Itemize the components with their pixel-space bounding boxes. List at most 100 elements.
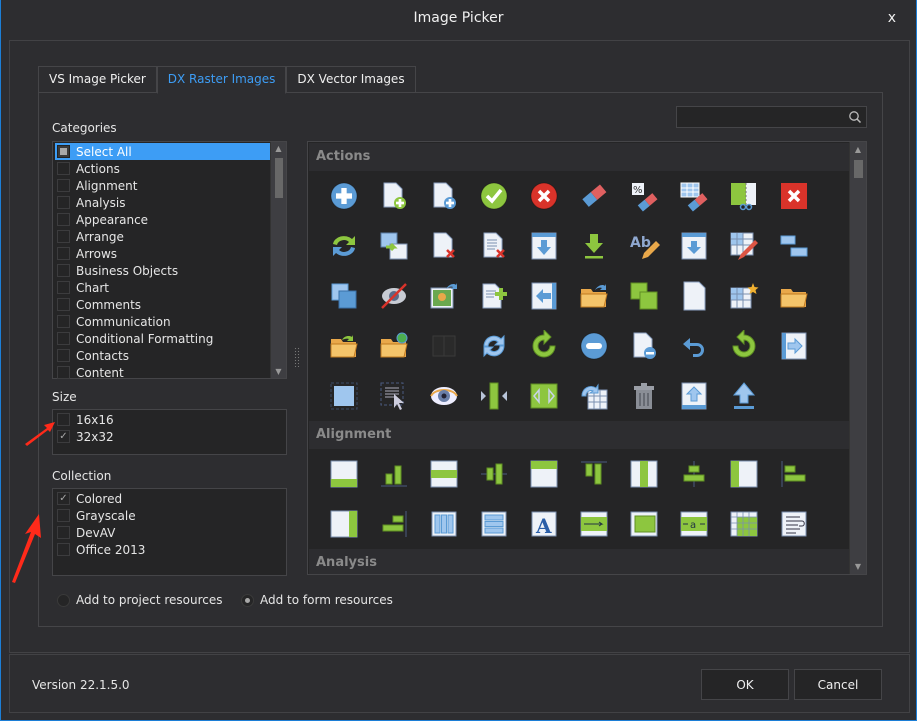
align-left-icon[interactable]	[719, 449, 769, 499]
align-right-icon[interactable]	[319, 499, 369, 549]
group-squares-icon[interactable]	[619, 271, 669, 321]
import-arrow-left-icon[interactable]	[519, 271, 569, 321]
upload-arrow-icon[interactable]	[719, 371, 769, 421]
checkbox[interactable]	[57, 179, 70, 192]
align-middle-icon[interactable]	[419, 449, 469, 499]
delete-red-square-icon[interactable]	[769, 171, 819, 221]
edit-text-ab-icon[interactable]: Ab	[619, 221, 669, 271]
stretch-horizontal-icon[interactable]	[519, 371, 569, 421]
categories-list[interactable]: Select All Actions Alignment Analysis Appear…	[52, 141, 287, 381]
add-text-icon[interactable]	[469, 271, 519, 321]
font-a-icon[interactable]: A	[519, 499, 569, 549]
folder-web-icon[interactable]	[369, 321, 419, 371]
checkbox[interactable]	[57, 145, 70, 158]
checkbox[interactable]	[57, 281, 70, 294]
scroll-down-icon[interactable]: ▼	[271, 367, 286, 376]
category-item[interactable]: Analysis	[55, 194, 270, 211]
category-item[interactable]: Content	[55, 364, 270, 381]
new-doc-blue-add-icon[interactable]	[419, 171, 469, 221]
checkbox[interactable]	[57, 509, 70, 522]
book-disabled-icon[interactable]	[419, 321, 469, 371]
category-item[interactable]: Chart	[55, 279, 270, 296]
size-item[interactable]: ✓ 32x32	[55, 428, 114, 445]
refresh-blue-icon[interactable]	[469, 321, 519, 371]
splitter-handle[interactable]	[294, 347, 300, 367]
radio-form-resources[interactable]: Add to form resources	[241, 593, 393, 607]
doc-delete-icon[interactable]	[419, 221, 469, 271]
collection-item[interactable]: Office 2013	[55, 541, 145, 558]
align-center-bars-icon[interactable]	[669, 449, 719, 499]
categories-scrollbar[interactable]: ▲ ▼	[270, 142, 286, 378]
table-move-icon[interactable]	[369, 221, 419, 271]
align-center-icon[interactable]	[619, 449, 669, 499]
doc-lines-delete-icon[interactable]	[469, 221, 519, 271]
checkbox[interactable]	[57, 213, 70, 226]
checkbox[interactable]	[57, 230, 70, 243]
edit-table-icon[interactable]	[719, 221, 769, 271]
split-vertical-icon[interactable]	[469, 371, 519, 421]
category-item[interactable]: Actions	[55, 160, 270, 177]
scroll-thumb[interactable]	[854, 160, 863, 178]
download-page-icon[interactable]	[669, 221, 719, 271]
checkbox[interactable]	[57, 247, 70, 260]
checkbox[interactable]	[57, 196, 70, 209]
refresh-convert-icon[interactable]	[319, 221, 369, 271]
radio-button[interactable]	[241, 593, 254, 607]
add-circle-icon[interactable]	[319, 171, 369, 221]
duplicate-icon[interactable]	[319, 271, 369, 321]
checkbox[interactable]	[57, 298, 70, 311]
redo-green-icon[interactable]	[519, 321, 569, 371]
scroll-up-icon[interactable]: ▲	[271, 144, 286, 153]
checkbox[interactable]	[57, 543, 70, 556]
checkbox[interactable]: ✓	[57, 492, 70, 505]
close-button[interactable]: x	[888, 10, 896, 26]
cancel-red-icon[interactable]	[519, 171, 569, 221]
tab-vs-image-picker[interactable]: VS Image Picker	[38, 66, 157, 93]
show-eye-icon[interactable]	[419, 371, 469, 421]
export-arrow-right-icon[interactable]	[769, 321, 819, 371]
reset-green-icon[interactable]	[719, 321, 769, 371]
checkbox[interactable]	[57, 349, 70, 362]
blank-page-icon[interactable]	[669, 271, 719, 321]
cut-shape-icon[interactable]	[719, 171, 769, 221]
size-item[interactable]: 16x16	[55, 411, 114, 428]
tab-dx-raster-images[interactable]: DX Raster Images	[156, 66, 287, 94]
category-item[interactable]: Select All	[55, 143, 270, 160]
align-middle-bars-icon[interactable]	[469, 449, 519, 499]
new-table-star-icon[interactable]	[719, 271, 769, 321]
align-left-bars-icon[interactable]	[769, 449, 819, 499]
checkbox[interactable]	[57, 162, 70, 175]
folder-open-icon[interactable]	[769, 271, 819, 321]
radio-button[interactable]	[57, 593, 70, 607]
ok-button[interactable]: OK	[701, 669, 789, 700]
select-square-icon[interactable]	[319, 371, 369, 421]
checkbox[interactable]	[57, 526, 70, 539]
select-text-cursor-icon[interactable]	[369, 371, 419, 421]
text-direction-icon[interactable]	[569, 499, 619, 549]
category-item[interactable]: Contacts	[55, 347, 270, 364]
scroll-down-icon[interactable]: ▼	[850, 562, 866, 571]
category-item[interactable]: Alignment	[55, 177, 270, 194]
folder-open-arrow-icon[interactable]	[319, 321, 369, 371]
category-item[interactable]: Arrange	[55, 228, 270, 245]
clear-formatting-percent-icon[interactable]: %	[619, 171, 669, 221]
image-export-icon[interactable]	[419, 271, 469, 321]
cancel-button[interactable]: Cancel	[794, 669, 882, 700]
hide-eye-icon[interactable]	[369, 271, 419, 321]
text-spacing-icon[interactable]: a	[669, 499, 719, 549]
word-wrap-icon[interactable]	[769, 499, 819, 549]
download-window-icon[interactable]	[519, 221, 569, 271]
table-green-icon[interactable]	[719, 499, 769, 549]
align-bottom-icon[interactable]	[319, 449, 369, 499]
scroll-up-icon[interactable]: ▲	[850, 145, 866, 154]
category-item[interactable]: Appearance	[55, 211, 270, 228]
undo-icon[interactable]	[669, 321, 719, 371]
radio-project-resources[interactable]: Add to project resources	[57, 593, 223, 607]
columns-icon[interactable]	[419, 499, 469, 549]
checkbox[interactable]	[57, 332, 70, 345]
category-item[interactable]: Arrows	[55, 245, 270, 262]
checkbox[interactable]	[57, 315, 70, 328]
eraser-icon[interactable]	[569, 171, 619, 221]
align-top-bars-icon[interactable]	[569, 449, 619, 499]
align-boxes-icon[interactable]	[769, 221, 819, 271]
